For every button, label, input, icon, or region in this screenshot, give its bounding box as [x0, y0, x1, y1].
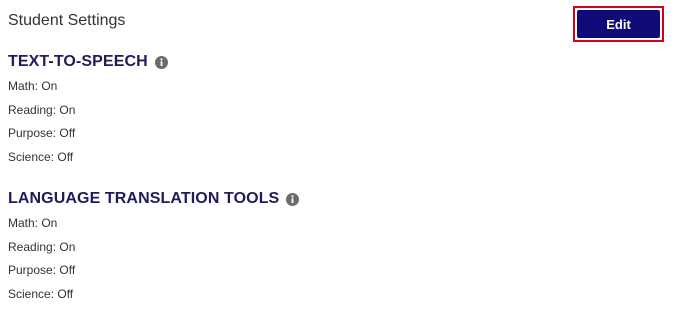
list-item: Reading: On: [8, 239, 76, 254]
info-icon[interactable]: [286, 192, 300, 206]
list-item: Purpose: Off: [8, 263, 76, 277]
edit-button[interactable]: Edit: [577, 10, 660, 38]
setting-list: Math: On Reading: On Purpose: Off Scienc…: [8, 212, 299, 306]
section-heading: LANGUAGE TRANSLATION TOOLS: [8, 188, 300, 210]
edit-button-focus-ring: Edit: [573, 6, 664, 42]
list-item: Science: Off: [8, 149, 74, 164]
list-item: Science: Off: [8, 286, 74, 301]
list-item: Purpose: Off: [8, 126, 76, 140]
setting-list: Math: On Reading: On Purpose: Off Scienc…: [8, 75, 168, 169]
list-item: Math: On: [8, 79, 58, 93]
page-title: Student Settings: [8, 12, 126, 29]
info-icon[interactable]: [154, 55, 168, 69]
section-title: LANGUAGE TRANSLATION TOOLS: [8, 190, 280, 207]
text-to-speech-section: TEXT-TO-SPEECH Math: On Reading: On Purp…: [8, 51, 168, 169]
list-item: Math: On: [8, 216, 58, 230]
section-title: TEXT-TO-SPEECH: [8, 53, 148, 70]
language-translation-tools-section: LANGUAGE TRANSLATION TOOLS Math: On Read…: [8, 188, 300, 306]
list-item: Reading: On: [8, 102, 76, 117]
section-heading: TEXT-TO-SPEECH: [8, 51, 168, 73]
